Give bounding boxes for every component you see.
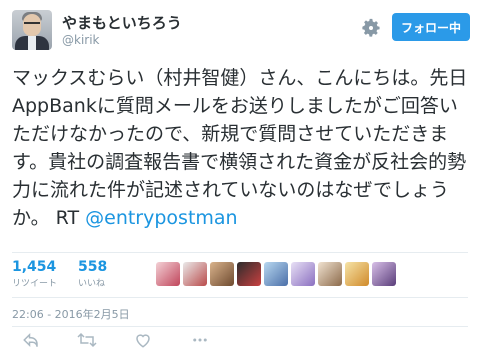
retweets-stat[interactable]: 1,454 リツイート (12, 259, 57, 289)
gear-icon[interactable] (360, 17, 382, 39)
author-display-name[interactable]: やまもといちろう (62, 12, 182, 33)
liker-avatar[interactable] (372, 262, 396, 286)
mention-link[interactable]: @entrypostman (85, 207, 237, 229)
tweet-text: マックスむらい（村井智健）さん、こんにちは。先日AppBankに質問メールをお送… (12, 64, 472, 232)
liker-avatar[interactable] (156, 262, 180, 286)
like-icon[interactable] (134, 331, 152, 349)
tweet-actions (12, 331, 472, 355)
retweet-icon[interactable] (76, 331, 98, 349)
likes-label: いいね (78, 279, 106, 289)
likes-stat[interactable]: 558 いいね (78, 259, 107, 289)
liker-avatar[interactable] (237, 262, 261, 286)
retweets-label: リツイート (12, 279, 58, 289)
likes-count[interactable]: 558 (78, 259, 107, 275)
likers-avatar-row (156, 262, 396, 286)
divider-middle (12, 297, 468, 298)
divider-top (12, 252, 468, 253)
author-avatar[interactable] (12, 10, 52, 50)
follow-button[interactable]: フォロー中 (392, 13, 470, 41)
liker-avatar[interactable] (210, 262, 234, 286)
liker-avatar[interactable] (291, 262, 315, 286)
tweet-body: マックスむらい（村井智健）さん、こんにちは。先日AppBankに質問メールをお送… (12, 67, 468, 229)
liker-avatar[interactable] (318, 262, 342, 286)
liker-avatar[interactable] (264, 262, 288, 286)
liker-avatar[interactable] (345, 262, 369, 286)
retweets-count[interactable]: 1,454 (12, 259, 57, 275)
reply-icon[interactable] (22, 331, 40, 349)
author-handle[interactable]: @kirik (62, 33, 100, 47)
tweet-timestamp[interactable]: 22:06 - 2016年2月5日 (12, 306, 130, 322)
more-icon[interactable] (190, 331, 210, 349)
liker-avatar[interactable] (183, 262, 207, 286)
divider-bottom (12, 326, 468, 327)
